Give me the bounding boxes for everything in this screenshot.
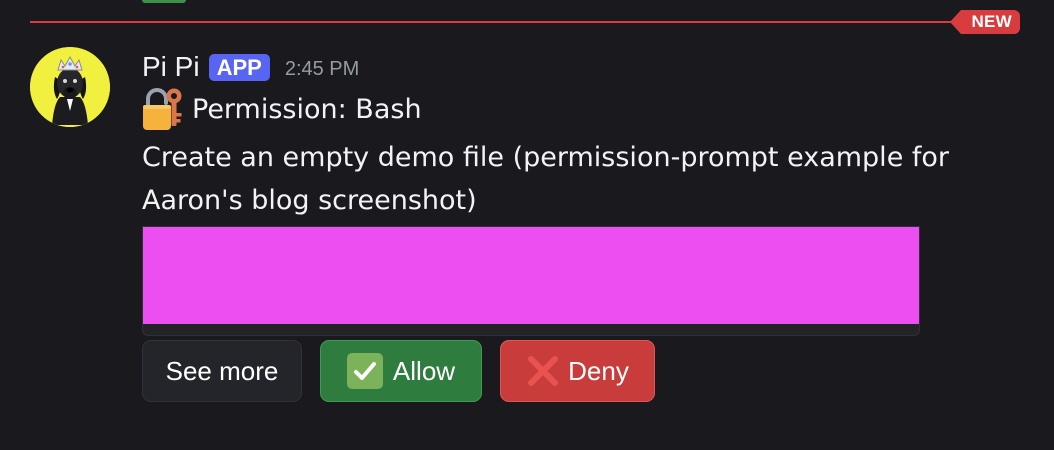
new-badge: NEW (950, 10, 1020, 34)
avatar[interactable] (30, 47, 110, 127)
redacted-block (143, 227, 919, 324)
message-header: Pi Pi APP 2:45 PM (142, 49, 359, 85)
deny-label: Deny (568, 355, 629, 386)
see-more-button[interactable]: See more (142, 340, 302, 402)
check-mark-icon (346, 353, 383, 389)
action-buttons: See more Allow Deny (142, 340, 655, 404)
see-more-label: See more (165, 355, 279, 386)
timestamp[interactable]: 2:45 PM (285, 51, 359, 87)
app-tag: APP (208, 53, 270, 81)
allow-button[interactable]: Allow (320, 340, 482, 402)
description-line: Aaron's blog screenshot) (142, 185, 477, 216)
message-title: Permission: Bash (142, 88, 422, 132)
previous-message-button-sliver (142, 0, 186, 3)
dog-avatar-icon (30, 47, 110, 127)
new-messages-divider: NEW (30, 10, 1020, 34)
cross-mark-icon (528, 356, 559, 386)
username[interactable]: Pi Pi (142, 49, 200, 85)
description-line: Create an empty demo file (permission-pr… (142, 142, 950, 173)
lock-with-key-icon (143, 88, 182, 130)
embed-container (142, 226, 920, 336)
deny-button[interactable]: Deny (500, 340, 655, 402)
new-messages-divider-line (30, 21, 954, 23)
allow-label: Allow (392, 355, 456, 386)
message-description: Create an empty demo file (permission-pr… (142, 136, 962, 222)
permission-title: Permission: Bash (192, 94, 422, 125)
